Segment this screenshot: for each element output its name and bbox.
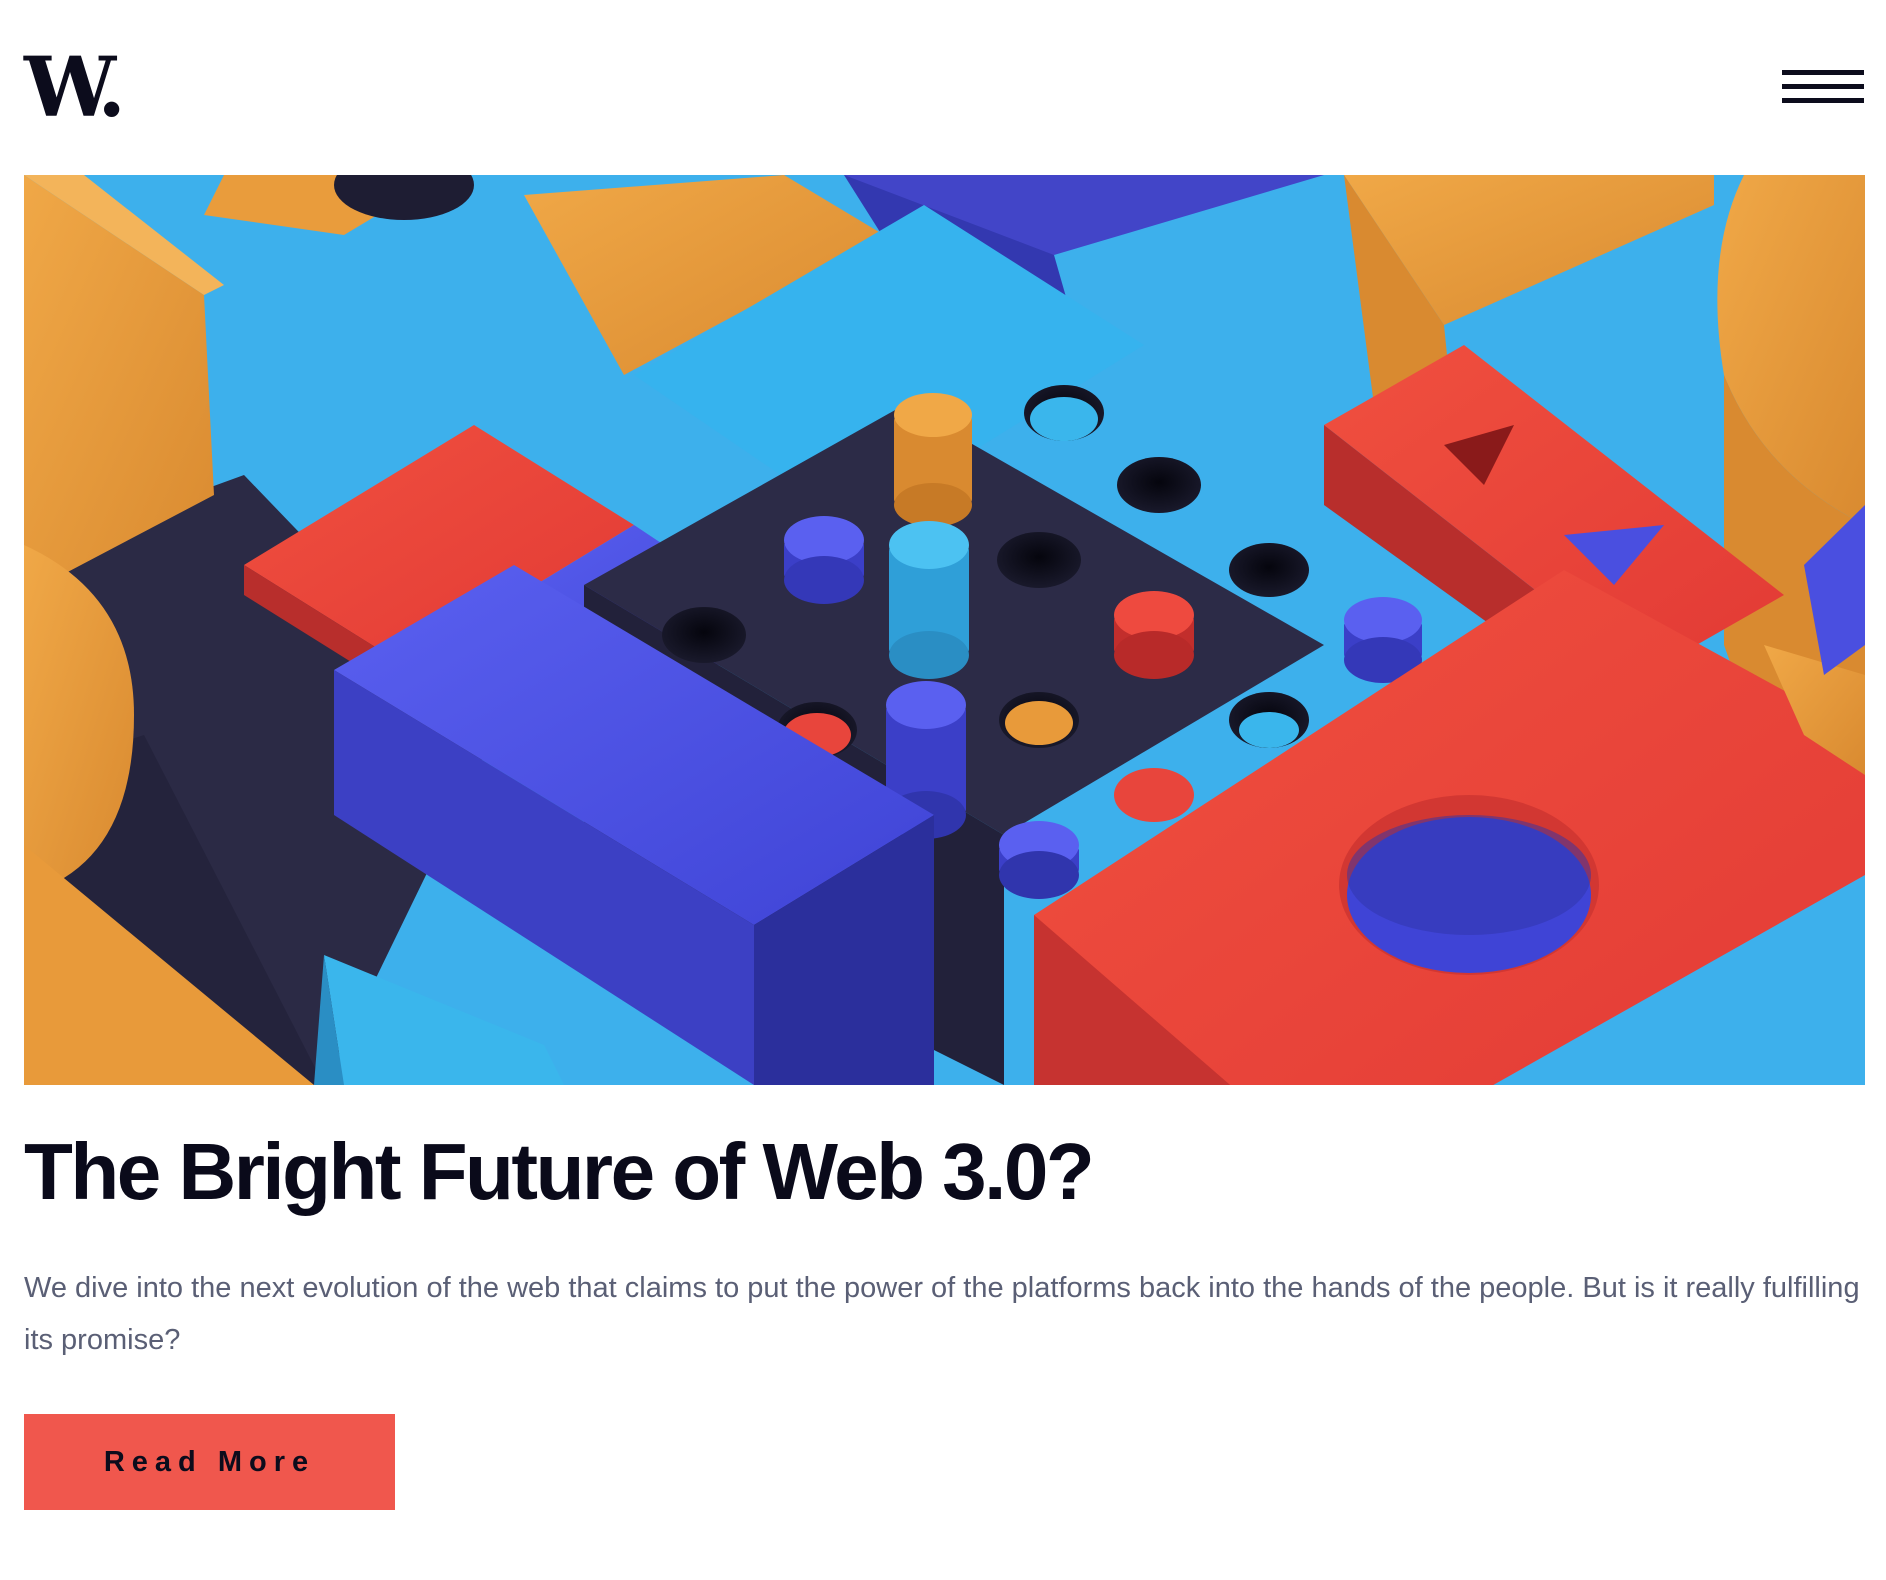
hamburger-menu-icon[interactable] (1782, 70, 1864, 106)
hero-image[interactable] (24, 175, 1865, 1085)
menu-line (1782, 84, 1864, 89)
hero-illustration (24, 175, 1865, 1085)
read-more-button[interactable]: Read More (24, 1414, 395, 1510)
article-excerpt: We dive into the next evolution of the w… (24, 1272, 1860, 1356)
menu-line (1782, 98, 1864, 103)
menu-line (1782, 70, 1864, 75)
site-logo[interactable]: W. (24, 47, 126, 129)
article-title: The Bright Future of Web 3.0? (24, 1127, 1095, 1216)
page: W. The Bright Future of Web 3.0? We dive… (0, 0, 1886, 1580)
site-header: W. (24, 47, 1864, 129)
